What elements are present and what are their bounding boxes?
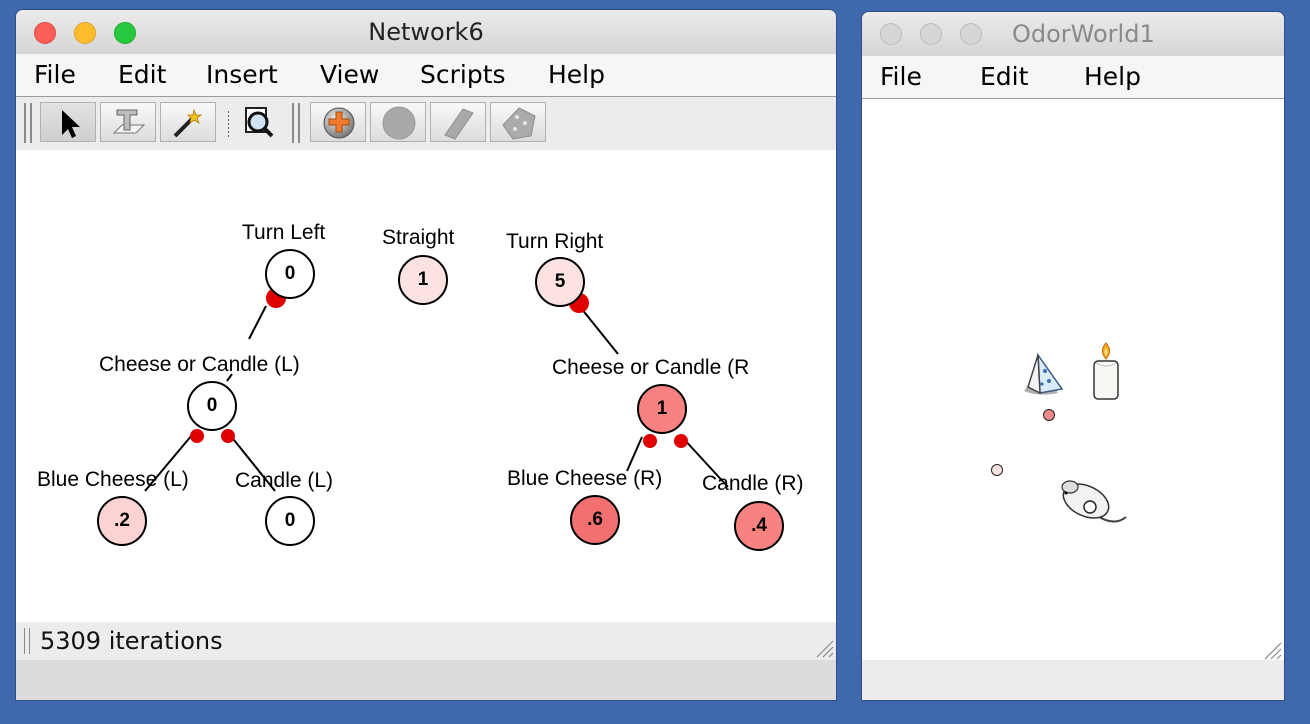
neuron-icon xyxy=(382,106,416,140)
menu-file[interactable]: File xyxy=(34,60,76,89)
neuron-label-candle-right: Candle (R) xyxy=(702,472,804,495)
network-toolbar xyxy=(16,97,836,149)
odorworld-canvas[interactable] xyxy=(862,99,1284,660)
candle-icon[interactable] xyxy=(1086,339,1126,403)
text-tool-button[interactable] xyxy=(100,102,156,142)
neuron-blue-cheese-left[interactable]: .2 xyxy=(97,496,147,546)
neuron-label-cheese-candle-right: Cheese or Candle (R xyxy=(552,356,750,379)
add-neuron-button[interactable] xyxy=(310,102,366,142)
neuron-turn-right[interactable]: 5 xyxy=(535,257,585,307)
network-statusbar: 5309 iterations xyxy=(16,622,836,660)
window-title: Network6 xyxy=(368,18,484,46)
odorworld-titlebar[interactable]: OdorWorld1 xyxy=(862,12,1284,57)
network-window: Network6 File Edit Insert View Scripts H… xyxy=(16,10,836,700)
toolbar-grip[interactable] xyxy=(30,103,32,143)
synapse-dot xyxy=(643,434,657,448)
neuron-label-candle-left: Candle (L) xyxy=(235,469,334,492)
zoom-icon xyxy=(245,107,274,138)
neuron-label-blue-cheese-left: Blue Cheese (L) xyxy=(37,468,189,491)
select-arrow-icon xyxy=(62,110,80,138)
minimize-button[interactable] xyxy=(920,23,942,45)
sensor-marker xyxy=(991,464,1003,476)
odorworld-statusbar xyxy=(862,660,1284,700)
select-tool-button[interactable] xyxy=(40,102,96,142)
eraser-button[interactable] xyxy=(430,102,486,142)
resize-grip-icon[interactable] xyxy=(1260,638,1282,660)
neuron-label-cheese-candle-left: Cheese or Candle (L) xyxy=(99,353,300,376)
dice-icon xyxy=(502,107,536,140)
network-window-footer xyxy=(16,660,836,700)
toolbar-grip[interactable] xyxy=(292,103,294,143)
cheese-icon[interactable] xyxy=(1018,349,1078,409)
synapse-dot xyxy=(190,429,204,443)
menu-insert[interactable]: Insert xyxy=(206,60,278,89)
menu-view[interactable]: View xyxy=(320,60,379,89)
neuron-cheese-candle-left[interactable]: 0 xyxy=(187,381,237,431)
synapse-line xyxy=(580,307,619,355)
zoom-button[interactable] xyxy=(960,23,982,45)
menu-edit[interactable]: Edit xyxy=(980,62,1028,91)
dice-button[interactable] xyxy=(490,102,546,142)
neuron-label-turn-left: Turn Left xyxy=(242,221,326,244)
menu-scripts[interactable]: Scripts xyxy=(420,60,506,89)
synapse-dot xyxy=(674,434,688,448)
toolbar-grip[interactable] xyxy=(298,103,300,143)
network-titlebar[interactable]: Network6 xyxy=(16,10,836,55)
zoom-tool-button[interactable] xyxy=(234,102,284,142)
close-button[interactable] xyxy=(880,23,902,45)
synapse-line xyxy=(626,436,643,472)
mouse-icon[interactable] xyxy=(1056,477,1132,529)
window-title: OdorWorld1 xyxy=(1012,20,1155,48)
neuron-turn-left[interactable]: 0 xyxy=(265,249,315,299)
text-tool-icon xyxy=(112,109,146,134)
wand-tool-button[interactable] xyxy=(160,102,216,142)
menu-help[interactable]: Help xyxy=(1084,62,1141,91)
neuron-candle-right[interactable]: .4 xyxy=(734,501,784,551)
odorworld-menubar: File Edit Help xyxy=(862,56,1284,99)
neuron-blue-cheese-right[interactable]: .6 xyxy=(570,495,620,545)
synapse-line xyxy=(248,305,267,340)
synapse-layer xyxy=(144,288,729,492)
resize-grip-icon[interactable] xyxy=(812,636,834,658)
eraser-icon xyxy=(444,108,474,140)
status-grip xyxy=(24,628,25,654)
menu-edit[interactable]: Edit xyxy=(118,60,166,89)
neuron-cheese-candle-right[interactable]: 1 xyxy=(637,384,687,434)
wand-icon xyxy=(173,108,203,138)
odor-source-marker xyxy=(1043,409,1055,421)
odorworld-window: OdorWorld1 File Edit Help xyxy=(862,12,1284,700)
network-menubar: File Edit Insert View Scripts Help xyxy=(16,54,836,97)
neuron-candle-left[interactable]: 0 xyxy=(265,496,315,546)
add-neuron-icon xyxy=(323,107,355,139)
neuron-straight[interactable]: 1 xyxy=(398,255,448,305)
menu-file[interactable]: File xyxy=(880,62,922,91)
toolbar-separator xyxy=(228,111,229,137)
neuron-label-straight: Straight xyxy=(382,226,455,249)
toolbar-grip[interactable] xyxy=(24,103,26,143)
synapse-dot xyxy=(221,429,235,443)
status-grip xyxy=(29,628,30,654)
neuron-button[interactable] xyxy=(370,102,426,142)
network-canvas[interactable]: Turn Left 0 Straight 1 Turn Right 5 Chee… xyxy=(16,150,836,622)
neuron-label-blue-cheese-right: Blue Cheese (R) xyxy=(507,467,663,490)
iteration-status: 5309 iterations xyxy=(40,627,223,655)
menu-help[interactable]: Help xyxy=(548,60,605,89)
neuron-label-turn-right: Turn Right xyxy=(506,230,604,253)
